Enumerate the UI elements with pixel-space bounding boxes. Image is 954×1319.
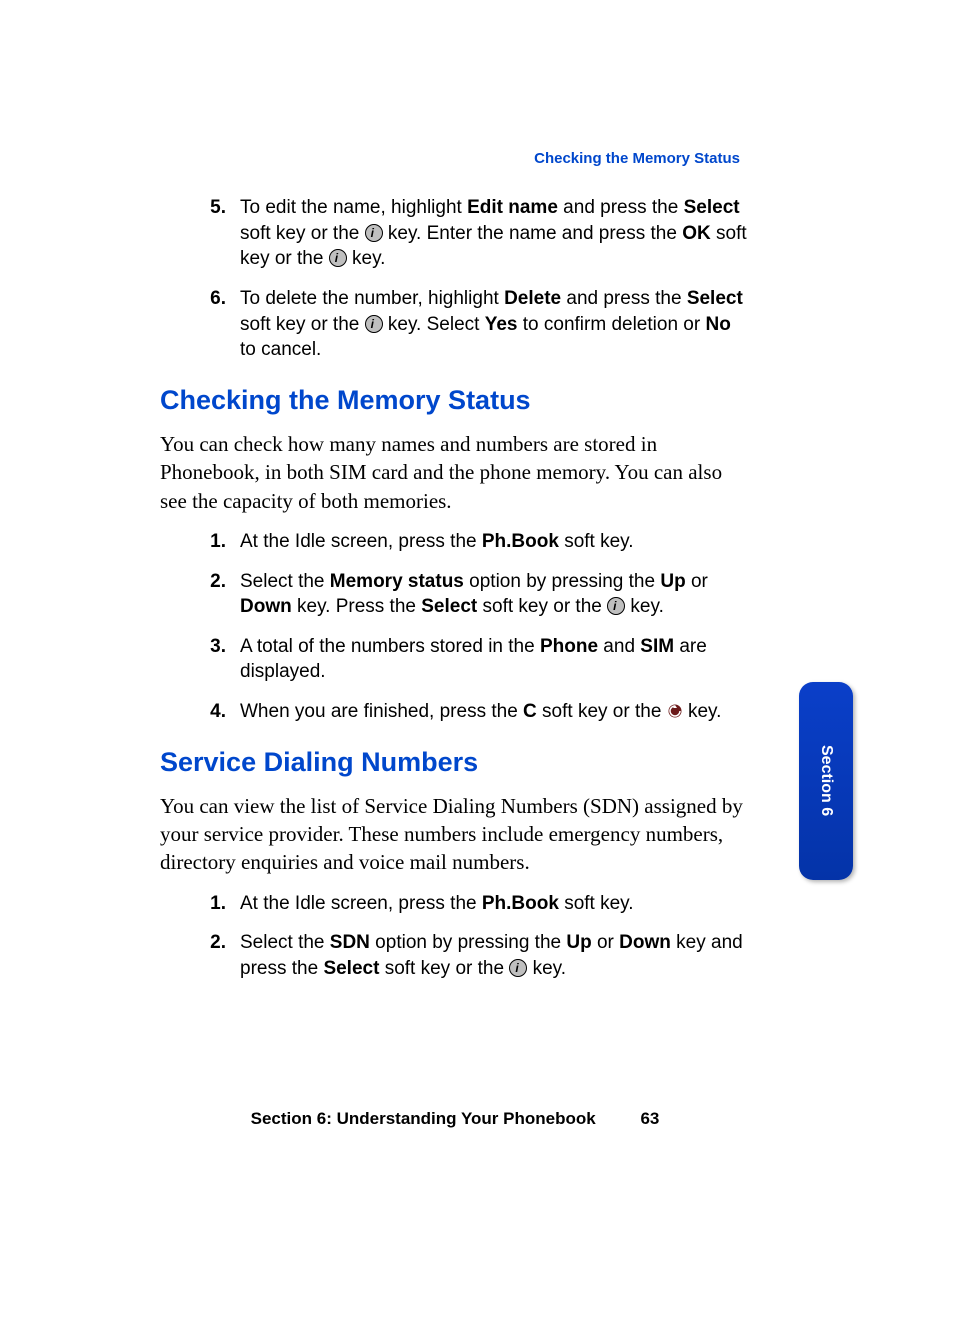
footer-text: Section 6: Understanding Your Phonebook: [251, 1109, 596, 1128]
text: soft key or the: [240, 314, 365, 335]
text: key.: [527, 958, 566, 979]
ordered-item: 2. Select the Memory status option by pr…: [160, 569, 750, 620]
text: soft key or the: [477, 596, 607, 617]
ok-key-icon: [365, 224, 383, 242]
list-number: 3.: [160, 634, 240, 685]
bold-text: Yes: [485, 314, 518, 335]
bold-text: SDN: [330, 932, 370, 953]
list-body: A total of the numbers stored in the Pho…: [240, 634, 750, 685]
bold-text: C: [523, 701, 537, 722]
heading-sdn: Service Dialing Numbers: [160, 747, 750, 778]
text: A total of the numbers stored in the: [240, 636, 540, 657]
ok-key-icon: [509, 959, 527, 977]
ordered-item: 3. A total of the numbers stored in the …: [160, 634, 750, 685]
bold-text: No: [705, 314, 730, 335]
list-number: 4.: [160, 699, 240, 725]
text: or: [686, 571, 708, 592]
text: option by pressing the: [464, 571, 660, 592]
text: key.: [683, 701, 722, 722]
text: to confirm deletion or: [517, 314, 705, 335]
ok-key-icon: [365, 315, 383, 333]
text: Select the: [240, 571, 330, 592]
list-body: At the Idle screen, press the Ph.Book so…: [240, 529, 750, 555]
list-body: Select the Memory status option by press…: [240, 569, 750, 620]
paragraph: You can view the list of Service Dialing…: [160, 792, 750, 877]
text: soft key or the: [379, 958, 509, 979]
bold-text: Edit name: [467, 197, 558, 218]
text: key.: [625, 596, 664, 617]
list-body: At the Idle screen, press the Ph.Book so…: [240, 891, 750, 917]
bold-text: Select: [421, 596, 477, 617]
ordered-item: 1. At the Idle screen, press the Ph.Book…: [160, 529, 750, 555]
bold-text: Memory status: [330, 571, 464, 592]
paragraph: You can check how many names and numbers…: [160, 430, 750, 515]
bold-text: Ph.Book: [482, 531, 559, 552]
text: soft key or the: [240, 223, 365, 244]
text: key. Enter the name and press the: [383, 223, 683, 244]
end-key-icon: [667, 703, 683, 719]
bold-text: Delete: [504, 288, 561, 309]
text: To delete the number, highlight: [240, 288, 504, 309]
text: key.: [347, 248, 386, 269]
list-number: 2.: [160, 569, 240, 620]
bold-text: OK: [682, 223, 711, 244]
text: to cancel.: [240, 339, 321, 360]
bold-text: Select: [687, 288, 743, 309]
ordered-item: 4. When you are finished, press the C so…: [160, 699, 750, 725]
heading-memory-status: Checking the Memory Status: [160, 385, 750, 416]
list-body: Select the SDN option by pressing the Up…: [240, 930, 750, 981]
bold-text: Up: [660, 571, 685, 592]
text: and press the: [561, 288, 687, 309]
text: option by pressing the: [370, 932, 566, 953]
bold-text: Down: [619, 932, 671, 953]
text: and press the: [558, 197, 684, 218]
page-content: Checking the Memory Status 5. To edit th…: [160, 150, 750, 996]
bold-text: Select: [323, 958, 379, 979]
list-body: When you are finished, press the C soft …: [240, 699, 750, 725]
list-number: 1.: [160, 891, 240, 917]
text: When you are finished, press the: [240, 701, 523, 722]
text: and: [598, 636, 640, 657]
list-number: 2.: [160, 930, 240, 981]
text: key. Press the: [292, 596, 422, 617]
bold-text: Up: [566, 932, 591, 953]
text: or: [592, 932, 619, 953]
ordered-item: 1. At the Idle screen, press the Ph.Book…: [160, 891, 750, 917]
ok-key-icon: [329, 249, 347, 267]
text: Select the: [240, 932, 330, 953]
running-header: Checking the Memory Status: [160, 150, 750, 167]
bold-text: Ph.Book: [482, 893, 559, 914]
ok-key-icon: [607, 597, 625, 615]
list-number: 1.: [160, 529, 240, 555]
list-number: 5.: [160, 195, 240, 272]
page-footer: Section 6: Understanding Your Phonebook …: [160, 1109, 750, 1129]
text: At the Idle screen, press the: [240, 893, 482, 914]
list-number: 6.: [160, 286, 240, 363]
section-tab: Section 6: [799, 682, 853, 880]
page-number: 63: [640, 1109, 659, 1128]
ordered-item-5: 5. To edit the name, highlight Edit name…: [160, 195, 750, 272]
bold-text: Phone: [540, 636, 598, 657]
text: soft key.: [559, 893, 634, 914]
list-body: To delete the number, highlight Delete a…: [240, 286, 750, 363]
text: To edit the name, highlight: [240, 197, 467, 218]
list-body: To edit the name, highlight Edit name an…: [240, 195, 750, 272]
text: key. Select: [383, 314, 485, 335]
ordered-item: 2. Select the SDN option by pressing the…: [160, 930, 750, 981]
text: soft key or the: [537, 701, 667, 722]
bold-text: Select: [684, 197, 740, 218]
bold-text: Down: [240, 596, 292, 617]
bold-text: SIM: [640, 636, 674, 657]
section-tab-label: Section 6: [817, 745, 835, 816]
text: soft key.: [559, 531, 634, 552]
text: At the Idle screen, press the: [240, 531, 482, 552]
ordered-item-6: 6. To delete the number, highlight Delet…: [160, 286, 750, 363]
